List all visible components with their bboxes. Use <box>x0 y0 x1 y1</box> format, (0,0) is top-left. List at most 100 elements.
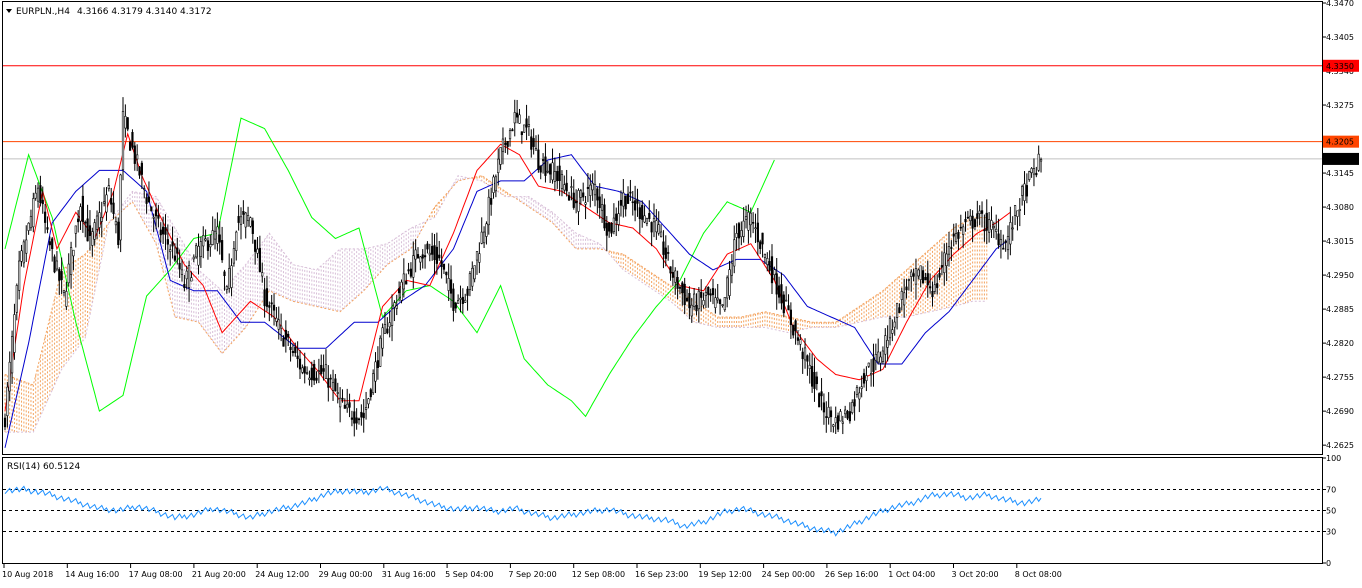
candle-body[interactable] <box>88 225 92 236</box>
candle-body[interactable] <box>556 171 559 182</box>
candle-body[interactable] <box>367 398 370 405</box>
candle-body[interactable] <box>570 186 573 188</box>
candle-body[interactable] <box>412 255 415 278</box>
candle-body[interactable] <box>407 269 410 272</box>
candle-body[interactable] <box>525 118 528 128</box>
candle-body[interactable] <box>815 376 818 385</box>
candle-body[interactable] <box>582 192 585 198</box>
candle-body[interactable] <box>919 265 922 280</box>
candle-body[interactable] <box>964 218 967 223</box>
candle-body[interactable] <box>707 286 710 295</box>
candle-body[interactable] <box>449 279 453 294</box>
candle-body[interactable] <box>520 131 523 136</box>
candle-body[interactable] <box>157 215 160 219</box>
candle-body[interactable] <box>136 154 139 160</box>
candle-body[interactable] <box>244 212 247 228</box>
candle-body[interactable] <box>110 198 113 205</box>
candle-body[interactable] <box>277 319 280 330</box>
candle-body[interactable] <box>268 305 271 308</box>
candle-body[interactable] <box>131 132 134 148</box>
candle-body[interactable] <box>591 183 594 191</box>
candle-body[interactable] <box>105 194 108 213</box>
candle-body[interactable] <box>369 389 372 398</box>
candle-body[interactable] <box>438 254 441 259</box>
candle-body[interactable] <box>789 309 792 325</box>
candle-body[interactable] <box>945 253 948 267</box>
candle-body[interactable] <box>631 201 634 204</box>
candle-body[interactable] <box>398 288 401 294</box>
candle-body[interactable] <box>917 269 920 277</box>
candle-body[interactable] <box>329 377 332 380</box>
candle-body[interactable] <box>464 299 467 303</box>
candle-body[interactable] <box>523 124 526 133</box>
candle-body[interactable] <box>284 329 287 340</box>
candle-body[interactable] <box>954 233 958 242</box>
candle-body[interactable] <box>754 227 757 230</box>
candle-body[interactable] <box>372 373 375 394</box>
candle-body[interactable] <box>461 296 464 304</box>
candle-body[interactable] <box>169 249 172 253</box>
candle-body[interactable] <box>466 288 469 296</box>
candle-body[interactable] <box>992 225 995 229</box>
candle-body[interactable] <box>711 288 715 296</box>
candle-body[interactable] <box>197 245 200 266</box>
candle-body[interactable] <box>756 222 759 243</box>
candle-body[interactable] <box>1018 209 1021 212</box>
candle-body[interactable] <box>206 240 210 251</box>
candle-body[interactable] <box>313 363 316 381</box>
candle-body[interactable] <box>888 317 892 339</box>
candle-body[interactable] <box>6 386 9 416</box>
candle-body[interactable] <box>195 245 198 258</box>
candle-body[interactable] <box>10 336 14 374</box>
candle-body[interactable] <box>697 290 700 310</box>
candle-body[interactable] <box>579 190 582 198</box>
candle-body[interactable] <box>471 267 474 287</box>
candle-body[interactable] <box>551 162 554 181</box>
candle-body[interactable] <box>726 277 729 299</box>
candle-body[interactable] <box>230 265 233 288</box>
candle-body[interactable] <box>343 404 346 409</box>
candle-body[interactable] <box>62 290 66 293</box>
candle-body[interactable] <box>792 324 795 336</box>
candle-body[interactable] <box>315 377 318 381</box>
candle-body[interactable] <box>749 212 752 226</box>
candle-body[interactable] <box>921 270 925 284</box>
candle-body[interactable] <box>983 229 986 232</box>
candle-body[interactable] <box>263 289 266 307</box>
candle-body[interactable] <box>747 211 750 231</box>
candle-body[interactable] <box>117 221 120 245</box>
candle-body[interactable] <box>636 199 639 204</box>
candle-body[interactable] <box>693 293 696 307</box>
candle-body[interactable] <box>1002 247 1005 250</box>
candle-body[interactable] <box>544 156 547 176</box>
candle-body[interactable] <box>185 270 188 280</box>
candle-body[interactable] <box>853 399 856 407</box>
candle-body[interactable] <box>782 294 785 314</box>
candle-body[interactable] <box>22 241 25 264</box>
candle-body[interactable] <box>728 269 731 296</box>
candle-body[interactable] <box>176 247 179 254</box>
candle-body[interactable] <box>936 283 939 288</box>
candle-body[interactable] <box>95 215 99 230</box>
candle-body[interactable] <box>60 271 63 281</box>
candle-body[interactable] <box>355 417 358 424</box>
candle-body[interactable] <box>225 286 228 290</box>
candle-body[interactable] <box>560 174 564 189</box>
candle-body[interactable] <box>938 273 941 278</box>
candle-body[interactable] <box>327 378 330 388</box>
candle-body[interactable] <box>1009 222 1012 245</box>
candle-body[interactable] <box>98 212 101 228</box>
candle-body[interactable] <box>482 231 486 244</box>
rsi-panel[interactable] <box>2 457 1323 564</box>
candle-body[interactable] <box>84 221 87 224</box>
candle-body[interactable] <box>128 141 132 151</box>
candle-body[interactable] <box>862 373 866 384</box>
candle-body[interactable] <box>641 205 644 220</box>
candle-body[interactable] <box>530 136 533 150</box>
candle-body[interactable] <box>825 416 828 418</box>
candle-body[interactable] <box>763 253 767 258</box>
candle-body[interactable] <box>490 198 493 205</box>
candle-body[interactable] <box>107 185 110 189</box>
candle-body[interactable] <box>150 206 153 212</box>
candle-body[interactable] <box>610 223 613 234</box>
